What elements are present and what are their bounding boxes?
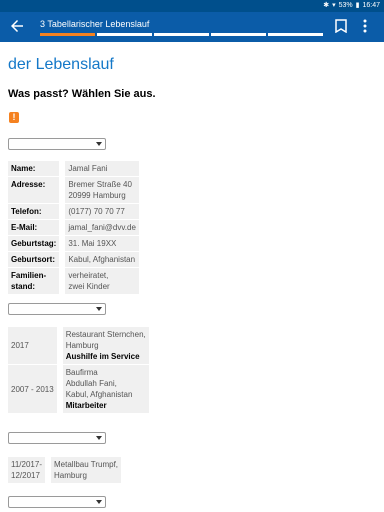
progress-indicator — [40, 33, 323, 36]
progress-segment — [211, 33, 266, 36]
table-row: Telefon: (0177) 70 70 77 — [8, 204, 139, 219]
progress-segment — [97, 33, 152, 36]
app-bar: 3 Tabellarischer Lebenslauf — [0, 12, 384, 42]
row-label: Name: — [8, 161, 60, 176]
row-label: E-Mail: — [8, 220, 60, 235]
row-label: Familien- stand: — [8, 268, 60, 294]
dropdown-arrow-icon — [96, 436, 102, 440]
bookmark-icon[interactable] — [335, 19, 347, 33]
answer-dropdown-3[interactable] — [8, 432, 106, 444]
table-row: Geburtsort: Kabul, Afghanistan — [8, 252, 139, 267]
warning-icon[interactable]: ! — [9, 112, 19, 123]
page-heading: der Lebenslauf — [8, 56, 114, 73]
answer-dropdown-1[interactable] — [8, 138, 106, 150]
progress-segment — [268, 33, 323, 36]
period-cell: 2007 - 2013 — [8, 365, 57, 413]
job-place: Metallbau Trumpf, Hamburg — [51, 457, 122, 483]
progress-segment — [154, 33, 209, 36]
row-value: jamal_fani@dvv.de — [65, 220, 139, 235]
job-role: Aushilfe im Service — [65, 352, 140, 361]
row-value: Jamal Fani — [65, 161, 139, 176]
row-value: (0177) 70 70 77 — [65, 204, 139, 219]
job-cell: Restaurant Sternchen, Hamburg Aushilfe im… — [62, 327, 149, 364]
table-row: Adresse: Bremer Straße 40 20999 Hamburg — [8, 177, 139, 203]
dropdown-arrow-icon — [96, 307, 102, 311]
row-label: Geburtstag: — [8, 236, 60, 251]
clock: 16:47 — [362, 1, 380, 9]
dropdown-arrow-icon — [96, 142, 102, 146]
instruction-text: Was passt? Wählen Sie aus. — [8, 88, 156, 100]
row-value: Kabul, Afghanistan — [65, 252, 139, 267]
row-label: Geburtsort: — [8, 252, 60, 267]
status-bar: ✱ ▾ 53% ▮ 16:47 — [0, 0, 384, 12]
table-row: Familien- stand: verheiratet, zwei Kinder — [8, 268, 139, 294]
dropdown-arrow-icon — [96, 500, 102, 504]
table-row: 2017 Restaurant Sternchen, Hamburg Aushil… — [8, 327, 149, 364]
row-value: Bremer Straße 40 20999 Hamburg — [65, 177, 139, 203]
bluetooth-icon: ✱ — [323, 2, 330, 9]
answer-dropdown-4[interactable] — [8, 496, 106, 508]
row-value: 31. Mai 19XX — [65, 236, 139, 251]
table-row: Name: Jamal Fani — [8, 161, 139, 176]
row-value: verheiratet, zwei Kinder — [65, 268, 139, 294]
job-place: Baufirma Abdullah Fani, Kabul, Afghanist… — [65, 368, 133, 399]
job-place: Restaurant Sternchen, Hamburg — [65, 330, 146, 350]
job-role: Mitarbeiter — [65, 401, 107, 410]
experience-card-2: 11/2017- 12/2017 Metallbau Trumpf, Hambu… — [8, 456, 122, 484]
table-row: E-Mail: jamal_fani@dvv.de — [8, 220, 139, 235]
experience-card: 2017 Restaurant Sternchen, Hamburg Aushil… — [8, 326, 149, 414]
row-label: Adresse: — [8, 177, 60, 203]
battery-percent: 53% — [338, 1, 353, 9]
app-title: 3 Tabellarischer Lebenslauf — [40, 19, 150, 29]
answer-dropdown-2[interactable] — [8, 303, 106, 315]
period-cell: 2017 — [8, 327, 57, 364]
wifi-icon: ▾ — [332, 2, 336, 9]
battery-icon: ▮ — [355, 2, 360, 9]
row-label: Telefon: — [8, 204, 60, 219]
more-vert-icon[interactable] — [362, 19, 368, 33]
back-arrow-icon[interactable] — [8, 17, 26, 35]
personal-data-card: Name: Jamal Fani Adresse: Bremer Straße 40… — [8, 160, 139, 295]
table-row: Geburtstag: 31. Mai 19XX — [8, 236, 139, 251]
table-row: 2007 - 2013 Baufirma Abdullah Fani, Kabu… — [8, 365, 149, 413]
period-cell: 11/2017- 12/2017 — [8, 457, 45, 483]
job-cell: Baufirma Abdullah Fani, Kabul, Afghanist… — [62, 365, 149, 413]
table-row: 11/2017- 12/2017 Metallbau Trumpf, Hambu… — [8, 457, 122, 483]
progress-segment — [40, 33, 95, 36]
